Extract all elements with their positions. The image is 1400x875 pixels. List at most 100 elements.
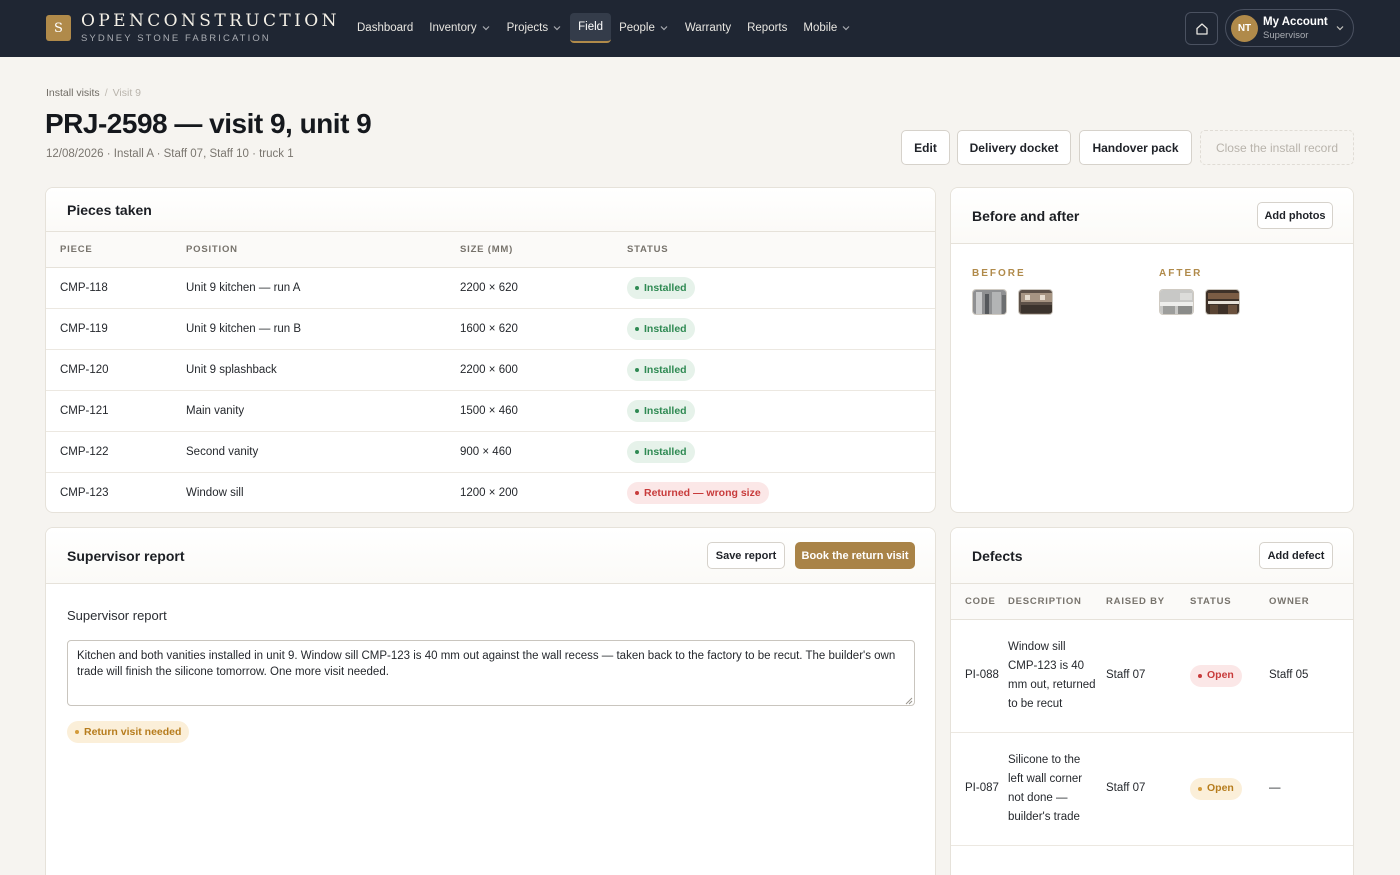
defect-owner: Staff 05 xyxy=(1269,619,1353,733)
defects-card: Defects Add defect CODE DESCRIPTION RAIS… xyxy=(950,527,1354,875)
after-label: AFTER xyxy=(1159,268,1203,279)
piece-status-cell: Installed xyxy=(627,267,935,309)
save-report-button[interactable]: Save report xyxy=(707,542,785,569)
column-header-status[interactable]: STATUS xyxy=(627,232,935,268)
defects-table: CODE DESCRIPTION RAISED BY STATUS OWNER … xyxy=(951,584,1353,846)
nav-item-label: Dashboard xyxy=(357,22,414,34)
table-row[interactable]: CMP-122 Second vanity 900 × 460 Installed xyxy=(46,431,935,473)
piece-status-cell: Returned — wrong size xyxy=(627,472,935,512)
supervisor-report-card: Supervisor report Save report Book the r… xyxy=(45,527,936,875)
after-photo-thumbnail[interactable] xyxy=(1159,289,1194,315)
supervisor-report-textarea[interactable]: Kitchen and both vanities installed in u… xyxy=(67,640,915,706)
after-photo-thumbnail[interactable] xyxy=(1205,289,1240,315)
table-row[interactable]: CMP-118 Unit 9 kitchen — run A 2200 × 620 I… xyxy=(46,267,935,309)
avatar: NT xyxy=(1231,15,1258,42)
piece-position: Unit 9 kitchen — run B xyxy=(186,308,460,350)
defect-code: PI-087 xyxy=(951,732,1008,846)
nav-item-inventory[interactable]: Inventory xyxy=(421,13,498,43)
piece-position: Second vanity xyxy=(186,431,460,473)
piece-code: CMP-121 xyxy=(46,390,186,432)
report-field-label: Supervisor report xyxy=(67,608,167,623)
brand-name[interactable]: OPENCONSTRUCTION xyxy=(81,11,340,31)
before-photo-thumbnail[interactable] xyxy=(972,289,1007,315)
nav-item-label: Projects xyxy=(506,22,549,34)
nav-item-reports[interactable]: Reports xyxy=(739,13,795,43)
card-header: Pieces taken xyxy=(46,188,935,232)
column-header-owner[interactable]: OWNER xyxy=(1269,584,1353,620)
column-header-position[interactable]: POSITION xyxy=(186,232,460,268)
table-row[interactable]: PI-087 Silicone to the left wall corner n… xyxy=(951,732,1353,846)
defect-status-cell: Open xyxy=(1190,732,1269,846)
piece-size: 2200 × 600 xyxy=(460,349,627,391)
account-role: Supervisor xyxy=(1263,30,1309,41)
table-row[interactable]: CMP-121 Main vanity 1500 × 460 Installed xyxy=(46,390,935,432)
breadcrumb-current: Visit 9 xyxy=(112,87,142,99)
piece-code: CMP-120 xyxy=(46,349,186,391)
column-header-description[interactable]: DESCRIPTION xyxy=(1008,584,1106,620)
piece-size: 1200 × 200 xyxy=(460,472,627,512)
card-header: Before and after Add photos xyxy=(951,188,1353,244)
brand-logo-mark[interactable]: S xyxy=(46,15,71,41)
piece-position: Unit 9 splashback xyxy=(186,349,460,391)
book-return-visit-button[interactable]: Book the return visit xyxy=(795,542,915,569)
column-header-piece[interactable]: PIECE xyxy=(46,232,186,268)
chevron-down-icon xyxy=(842,26,850,31)
return-visit-needed-badge: Return visit needed xyxy=(67,721,190,743)
chevron-down-icon xyxy=(553,26,561,31)
piece-position: Window sill xyxy=(186,472,460,512)
page-title: PRJ-2598 — visit 9, unit 9 xyxy=(45,108,372,139)
home-button[interactable] xyxy=(1185,12,1218,45)
table-row[interactable]: CMP-119 Unit 9 kitchen — run B 1600 × 620 I… xyxy=(46,308,935,350)
top-navigation-bar: S OPENCONSTRUCTION SYDNEY STONE FABRICAT… xyxy=(0,0,1400,57)
nav-item-label: Mobile xyxy=(803,22,838,34)
table-row[interactable]: CMP-120 Unit 9 splashback 2200 × 600 Instal… xyxy=(46,349,935,391)
status-label: Returned — wrong size xyxy=(644,486,761,499)
chevron-down-icon xyxy=(1336,26,1344,31)
defect-description: Silicone to the left wall corner not don… xyxy=(1008,732,1106,846)
page-meta: 12/08/2026 · Install A · Staff 07, Staff… xyxy=(46,148,294,160)
nav-item-field[interactable]: Field xyxy=(570,13,612,43)
status-label: Installed xyxy=(644,445,687,458)
piece-code: CMP-122 xyxy=(46,431,186,473)
defect-description: Window sill CMP-123 is 40 mm out, return… xyxy=(1008,619,1106,733)
piece-status-cell: Installed xyxy=(627,431,935,473)
handover-pack-button[interactable]: Handover pack xyxy=(1079,130,1192,165)
status-badge: Installed xyxy=(627,440,695,463)
nav-item-mobile[interactable]: Mobile xyxy=(795,13,859,43)
add-photos-button[interactable]: Add photos xyxy=(1257,202,1333,229)
status-badge: Returned — wrong size xyxy=(627,481,769,504)
brand-subtitle: SYDNEY STONE FABRICATION xyxy=(81,33,271,44)
before-after-card: Before and after Add photos BEFORE AFTER xyxy=(950,187,1354,513)
nav-item-people[interactable]: People xyxy=(611,13,677,43)
resize-handle-icon[interactable] xyxy=(905,697,913,705)
piece-code: CMP-119 xyxy=(46,308,186,350)
table-row[interactable]: PI-088 Window sill CMP-123 is 40 mm out, … xyxy=(951,619,1353,733)
column-header-code[interactable]: CODE xyxy=(951,584,1008,620)
nav-item-label: People xyxy=(619,22,655,34)
nav-item-warranty[interactable]: Warranty xyxy=(677,13,739,43)
piece-code: CMP-118 xyxy=(46,267,186,309)
defect-status-cell: Open xyxy=(1190,619,1269,733)
status-badge: Installed xyxy=(627,399,695,422)
nav-item-projects[interactable]: Projects xyxy=(499,13,571,43)
nav-item-label: Field xyxy=(578,21,604,33)
breadcrumb-parent-link[interactable]: Install visits xyxy=(46,87,100,99)
nav-item-dashboard[interactable]: Dashboard xyxy=(349,13,421,43)
defect-raised-by: Staff 07 xyxy=(1106,619,1190,733)
table-row[interactable]: CMP-123 Window sill 1200 × 200 Returned — w… xyxy=(46,472,935,512)
column-header-size[interactable]: SIZE (MM) xyxy=(460,232,627,268)
status-label: Installed xyxy=(644,322,687,335)
nav-item-label: Warranty xyxy=(684,22,732,34)
before-photo-thumbnail[interactable] xyxy=(1018,289,1053,315)
column-header-status[interactable]: STATUS xyxy=(1190,584,1269,620)
column-header-raised-by[interactable]: RAISED BY xyxy=(1106,584,1190,620)
account-menu[interactable]: NT My Account Supervisor xyxy=(1225,9,1354,47)
chevron-down-icon xyxy=(482,26,490,31)
close-install-record-button[interactable]: Close the install record xyxy=(1200,130,1354,165)
add-defect-button[interactable]: Add defect xyxy=(1259,542,1333,569)
edit-button[interactable]: Edit xyxy=(901,130,950,165)
piece-size: 900 × 460 xyxy=(460,431,627,473)
delivery-docket-button[interactable]: Delivery docket xyxy=(957,130,1071,165)
card-title: Pieces taken xyxy=(67,202,152,218)
piece-status-cell: Installed xyxy=(627,308,935,350)
